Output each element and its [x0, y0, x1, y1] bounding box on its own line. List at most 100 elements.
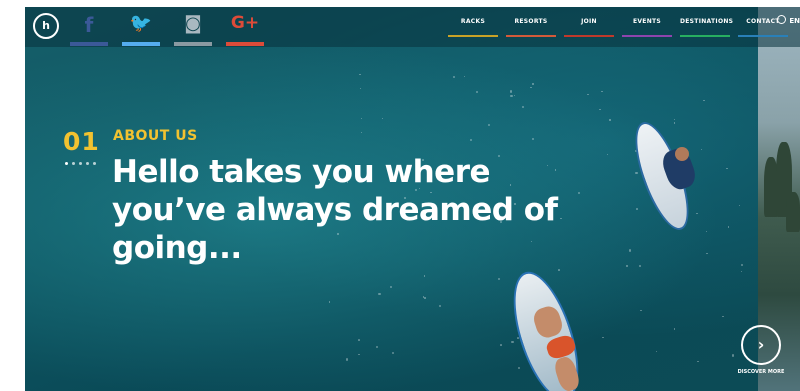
slide-dot[interactable]	[79, 162, 82, 165]
facebook-underline	[70, 42, 108, 46]
nav-underline	[448, 35, 498, 37]
ocean-sparkle	[469, 138, 472, 141]
ocean-sparkle	[424, 297, 426, 299]
ocean-sparkle	[452, 76, 455, 79]
ocean-sparkle	[740, 263, 743, 267]
nav-label: RESORTS	[514, 18, 548, 25]
ocean-sparkle	[587, 93, 589, 96]
ocean-sparkle	[601, 90, 603, 93]
ocean-sparkle	[511, 340, 514, 343]
ocean-sparkle	[382, 118, 384, 120]
ocean-sparkle	[517, 366, 520, 370]
ocean-sparkle	[697, 360, 700, 363]
main-menu: RACKS RESORTS JOIN EVENTS DESTINATIONS C…	[448, 7, 788, 47]
ocean-sparkle	[346, 358, 349, 361]
surfer-head	[675, 147, 689, 161]
discover-more-label: DISCOVER MORE	[737, 369, 785, 375]
ocean-sparkle	[509, 90, 513, 93]
language-label: EN	[789, 17, 800, 25]
ocean-sparkle	[498, 278, 501, 281]
hero-headline: Hello takes you where you’ve always drea…	[112, 154, 558, 266]
ocean-sparkle	[638, 265, 641, 268]
slide-dot[interactable]	[72, 162, 75, 165]
ocean-sparkle	[531, 138, 534, 141]
nav-item-contact[interactable]: CONTACT	[738, 7, 788, 47]
ocean-sparkle	[629, 249, 632, 252]
ocean-sparkle	[701, 148, 703, 151]
logo-text: h	[42, 19, 50, 32]
googleplus-link[interactable]: G+	[226, 7, 264, 47]
ocean-sparkle	[636, 208, 639, 211]
discover-more-button[interactable]: › DISCOVER MORE	[738, 325, 784, 375]
twitter-icon: 🐦	[129, 13, 153, 34]
ocean-sparkle	[530, 86, 532, 89]
twitter-link[interactable]: 🐦	[122, 7, 160, 47]
section-number: 01	[63, 127, 100, 156]
ocean-sparkle	[731, 354, 734, 357]
nav-item-events[interactable]: EVENTS	[622, 7, 672, 47]
ocean-sparkle	[375, 345, 378, 348]
logo[interactable]: h	[33, 13, 59, 39]
ocean-sparkle	[635, 171, 638, 175]
ocean-sparkle	[726, 167, 728, 170]
nav-label: RACKS	[460, 18, 486, 25]
ocean-sparkle	[578, 191, 581, 194]
ocean-sparkle	[510, 94, 513, 98]
ocean-sparkle	[360, 117, 363, 120]
slide-dot[interactable]	[65, 162, 68, 165]
facebook-link[interactable]: f	[70, 7, 108, 47]
ocean-sparkle	[655, 350, 658, 353]
ocean-sparkle	[532, 83, 534, 85]
ocean-sparkle	[696, 212, 698, 215]
ocean-sparkle	[673, 328, 676, 330]
ocean-sparkle	[328, 301, 331, 304]
ocean-sparkle	[378, 292, 381, 296]
ocean-sparkle	[705, 230, 708, 233]
ocean-sparkle	[522, 105, 525, 108]
section-label: ABOUT US	[113, 128, 198, 144]
ocean-sparkle	[361, 132, 363, 134]
instagram-icon: ◙	[184, 13, 202, 34]
nav-underline	[564, 35, 614, 37]
ocean-sparkle	[438, 304, 441, 307]
ocean-sparkle	[722, 315, 724, 318]
ocean-sparkle	[599, 109, 601, 111]
slide-dot[interactable]	[86, 162, 89, 165]
ocean-sparkle	[357, 339, 360, 342]
ocean-sparkle	[640, 309, 642, 312]
nav-underline	[738, 35, 788, 37]
nav-item-racks[interactable]: RACKS	[448, 7, 498, 47]
ocean-sparkle	[463, 75, 465, 77]
googleplus-icon: G+	[230, 13, 260, 33]
ocean-sparkle	[423, 275, 425, 277]
slide-dot[interactable]	[93, 162, 96, 165]
twitter-underline	[122, 42, 160, 46]
language-selector[interactable]: EN	[777, 15, 800, 25]
ocean-sparkle	[607, 154, 609, 156]
slide-indicator	[65, 162, 96, 165]
nav-item-join[interactable]: JOIN	[564, 7, 614, 47]
ocean-sparkle	[475, 90, 479, 94]
instagram-underline	[174, 42, 212, 46]
ocean-sparkle	[706, 252, 708, 255]
ocean-sparkle	[359, 88, 362, 90]
ocean-sparkle	[488, 124, 491, 126]
ocean-sparkle	[673, 119, 675, 121]
nav-underline	[506, 35, 556, 37]
ocean-sparkle	[602, 336, 604, 338]
facebook-icon: f	[84, 13, 94, 37]
island-peak	[786, 192, 800, 232]
ocean-sparkle	[514, 94, 516, 97]
instagram-link[interactable]: ◙	[174, 7, 212, 47]
ocean-sparkle	[727, 226, 730, 228]
ocean-sparkle	[516, 337, 519, 340]
ocean-sparkle	[389, 286, 392, 289]
ocean-sparkle	[358, 354, 360, 356]
nav-item-destinations[interactable]: DESTINATIONS	[680, 7, 733, 47]
nav-label: EVENTS	[632, 18, 662, 25]
nav-underline	[622, 35, 672, 37]
nav-item-resorts[interactable]: RESORTS	[506, 7, 556, 47]
ocean-sparkle	[703, 99, 705, 102]
ocean-sparkle	[391, 352, 394, 355]
ocean-sparkle	[500, 344, 503, 347]
